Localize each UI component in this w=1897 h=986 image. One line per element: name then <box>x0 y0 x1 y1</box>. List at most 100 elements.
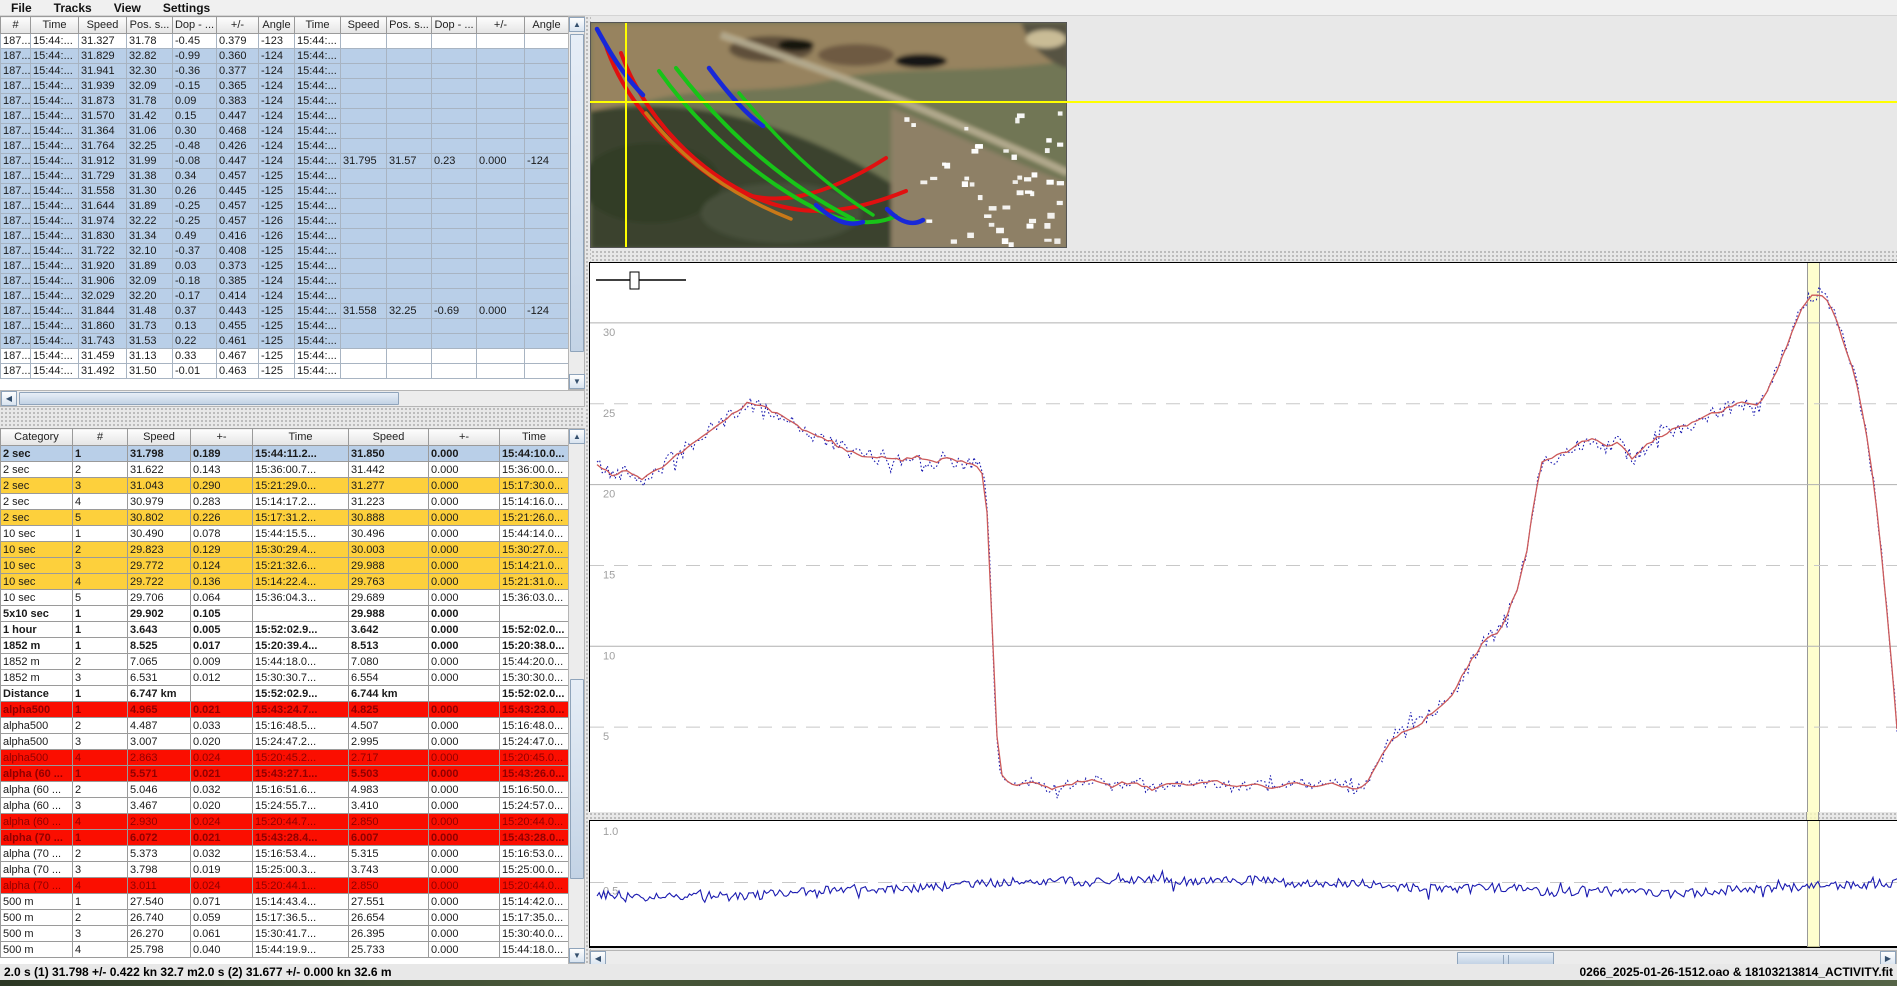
table-row[interactable]: alpha (70 ...25.3730.03215:16:53.4...5.3… <box>1 846 569 862</box>
table-row[interactable]: 187...15:44:...31.97432.22-0.250.457-126… <box>1 214 569 229</box>
column-header[interactable]: +- <box>429 429 500 446</box>
raw-points-table[interactable]: #TimeSpeedPos. s...Dop - ...+/-AngleTime… <box>0 16 568 390</box>
table-row[interactable]: 187...15:44:...31.92031.890.030.373-1251… <box>1 259 569 274</box>
table-row[interactable]: 1852 m27.0650.00915:44:18.0...7.0800.000… <box>1 654 569 670</box>
table-row[interactable]: 500 m326.2700.06115:30:41.7...26.3950.00… <box>1 926 569 942</box>
table-row[interactable]: 187...15:44:...31.72931.380.340.457-1251… <box>1 169 569 184</box>
table-row[interactable]: alpha (60 ...15.5710.02115:43:27.1...5.5… <box>1 766 569 782</box>
column-header[interactable]: Speed <box>349 429 429 446</box>
column-header[interactable]: Category <box>1 429 73 446</box>
table-row[interactable]: 187...15:44:...31.36431.060.300.468-1241… <box>1 124 569 139</box>
zoom-slider-handle[interactable] <box>630 272 639 289</box>
table-row[interactable]: 187...15:44:...31.93932.09-0.150.365-124… <box>1 79 569 94</box>
table-row[interactable]: 10 sec329.7720.12415:21:32.6...29.9880.0… <box>1 558 569 574</box>
table-row[interactable]: 10 sec229.8230.12915:30:29.4...30.0030.0… <box>1 542 569 558</box>
table-row[interactable]: 187...15:44:...31.91231.99-0.080.447-124… <box>1 154 569 169</box>
menu-item-settings[interactable]: Settings <box>152 1 221 15</box>
column-header[interactable]: Dop - ... <box>432 17 477 34</box>
table-row[interactable]: alpha50014.9650.02115:43:24.7...4.8250.0… <box>1 702 569 718</box>
menu-item-tracks[interactable]: Tracks <box>43 1 103 15</box>
scroll-down-arrow-icon[interactable]: ▼ <box>569 948 585 963</box>
left-panel-splitter[interactable] <box>0 407 585 428</box>
table-row[interactable]: 187...15:44:...31.32731.78-0.450.379-123… <box>1 34 569 49</box>
table-row[interactable]: 187...15:44:...31.49231.50-0.010.463-125… <box>1 364 569 379</box>
table-row[interactable]: 187...15:44:...31.87331.780.090.383-1241… <box>1 94 569 109</box>
lower-accuracy-chart[interactable]: 1.00.5 <box>589 820 1897 948</box>
column-header[interactable]: Speed <box>341 17 387 34</box>
table-row[interactable]: alpha (60 ...42.9300.02415:20:44.7...2.8… <box>1 814 569 830</box>
table-row[interactable]: 2 sec331.0430.29015:21:29.0...31.2770.00… <box>1 478 569 494</box>
table-row[interactable]: 187...15:44:...31.94132.30-0.360.377-124… <box>1 64 569 79</box>
column-header[interactable]: +/- <box>217 17 259 34</box>
chart-splitter[interactable] <box>589 812 1897 820</box>
table-row[interactable]: 2 sec430.9790.28315:14:17.2...31.2230.00… <box>1 494 569 510</box>
table-row[interactable]: 187...15:44:...31.84431.480.370.443-1251… <box>1 304 569 319</box>
column-header[interactable]: Dop - ... <box>173 17 217 34</box>
table-row[interactable]: alpha50033.0070.02015:24:47.2...2.9950.0… <box>1 734 569 750</box>
table-row[interactable]: 187...15:44:...31.86031.730.130.455-1251… <box>1 319 569 334</box>
table-row[interactable]: 1852 m18.5250.01715:20:39.4...8.5130.000… <box>1 638 569 654</box>
table-row[interactable]: 1852 m36.5310.01215:30:30.7...6.5540.000… <box>1 670 569 686</box>
table-row[interactable]: alpha (60 ...25.0460.03215:16:51.6...4.9… <box>1 782 569 798</box>
table-row[interactable]: 187...15:44:...31.55831.300.260.445-1251… <box>1 184 569 199</box>
column-header[interactable]: # <box>1 17 31 34</box>
column-header[interactable]: Speed <box>128 429 191 446</box>
table-row[interactable]: 187...15:44:...31.90632.09-0.180.385-124… <box>1 274 569 289</box>
results-table-vscrollbar[interactable]: ▲ ▼ <box>568 428 585 964</box>
table-row[interactable]: 187...15:44:...31.45931.130.330.467-1251… <box>1 349 569 364</box>
column-header[interactable]: Time <box>253 429 349 446</box>
table-row[interactable]: alpha (60 ...33.4670.02015:24:55.7...3.4… <box>1 798 569 814</box>
table-row[interactable]: 5x10 sec129.9020.10529.9880.000 <box>1 606 569 622</box>
lower-chart-plot[interactable]: 1.00.5 <box>590 821 1897 947</box>
table-row[interactable]: 500 m425.7980.04015:44:19.9...25.7330.00… <box>1 942 569 958</box>
column-header[interactable]: # <box>73 429 128 446</box>
table-row[interactable]: alpha (70 ...16.0720.02115:43:28.4...6.0… <box>1 830 569 846</box>
column-header[interactable]: Pos. s... <box>127 17 173 34</box>
column-header[interactable]: Time <box>31 17 79 34</box>
table-row[interactable]: 10 sec429.7220.13615:14:22.4...29.7630.0… <box>1 574 569 590</box>
table-row[interactable]: 187...15:44:...31.76432.25-0.480.426-124… <box>1 139 569 154</box>
table-row[interactable]: 187...15:44:...31.64431.89-0.250.457-125… <box>1 199 569 214</box>
scrollbar-thumb[interactable] <box>19 392 399 405</box>
column-header[interactable]: +/- <box>477 17 525 34</box>
table-row[interactable]: 500 m226.7400.05915:17:36.5...26.6540.00… <box>1 910 569 926</box>
table-row[interactable]: 187...15:44:...31.57031.420.150.447-1241… <box>1 109 569 124</box>
main-speed-chart[interactable]: 30252015105 <box>589 262 1897 812</box>
column-header[interactable]: Pos. s... <box>387 17 432 34</box>
table-row[interactable]: alpha (70 ...43.0110.02415:20:44.1...2.8… <box>1 878 569 894</box>
column-header[interactable]: Time <box>295 17 341 34</box>
table-row[interactable]: 187...15:44:...31.74331.530.220.461-1251… <box>1 334 569 349</box>
column-header[interactable]: Angle <box>259 17 295 34</box>
table-row[interactable]: 187...15:44:...31.72232.10-0.370.408-125… <box>1 244 569 259</box>
column-header[interactable]: Speed <box>79 17 127 34</box>
results-table[interactable]: Category#Speed+-TimeSpeed+-Time2 sec131.… <box>0 428 568 964</box>
raw-table-hscrollbar[interactable]: ◀ <box>0 390 585 407</box>
satellite-map[interactable] <box>590 22 1067 248</box>
scroll-up-arrow-icon[interactable]: ▲ <box>569 17 585 32</box>
column-header[interactable]: Time <box>500 429 569 446</box>
table-row[interactable]: alpha50042.8630.02415:20:45.2...2.7170.0… <box>1 750 569 766</box>
table-row[interactable]: 2 sec530.8020.22615:17:31.2...30.8880.00… <box>1 510 569 526</box>
table-row[interactable]: 2 sec131.7980.18915:44:11.2...31.8500.00… <box>1 446 569 462</box>
table-row[interactable]: Distance16.747 km15:52:02.9...6.744 km15… <box>1 686 569 702</box>
main-chart-plot[interactable]: 30252015105 <box>590 263 1897 813</box>
scroll-up-arrow-icon[interactable]: ▲ <box>569 429 585 444</box>
scroll-left-arrow-icon[interactable]: ◀ <box>1 391 17 406</box>
column-header[interactable]: Angle <box>525 17 569 34</box>
menu-item-view[interactable]: View <box>103 1 152 15</box>
column-header[interactable]: +- <box>191 429 253 446</box>
table-row[interactable]: 500 m127.5400.07115:14:43.4...27.5510.00… <box>1 894 569 910</box>
table-row[interactable]: 187...15:44:...32.02932.20-0.170.414-124… <box>1 289 569 304</box>
table-row[interactable]: 10 sec529.7060.06415:36:04.3...29.6890.0… <box>1 590 569 606</box>
table-row[interactable]: alpha50024.4870.03315:16:48.5...4.5070.0… <box>1 718 569 734</box>
map-chart-splitter[interactable] <box>591 250 1897 262</box>
table-row[interactable]: 2 sec231.6220.14315:36:00.7...31.4420.00… <box>1 462 569 478</box>
scrollbar-thumb[interactable] <box>570 679 584 879</box>
menu-item-file[interactable]: File <box>0 1 43 15</box>
table-row[interactable]: alpha (70 ...33.7980.01915:25:00.3...3.7… <box>1 862 569 878</box>
raw-table-vscrollbar[interactable]: ▲ ▼ <box>568 16 585 390</box>
table-row[interactable]: 187...15:44:...31.82932.82-0.990.360-124… <box>1 49 569 64</box>
scrollbar-thumb[interactable] <box>570 34 584 352</box>
table-row[interactable]: 10 sec130.4900.07815:44:15.5...30.4960.0… <box>1 526 569 542</box>
table-row[interactable]: 187...15:44:...31.83031.340.490.416-1261… <box>1 229 569 244</box>
